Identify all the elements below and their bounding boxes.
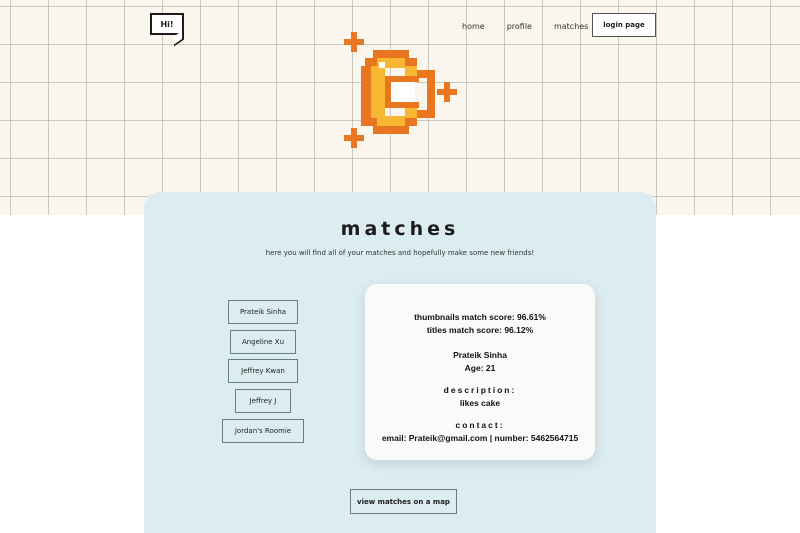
match-button-jeffrey-j[interactable]: Jeffrey J xyxy=(235,389,291,413)
match-button-prateik[interactable]: Prateik Sinha xyxy=(228,300,298,324)
speech-bubble-logo[interactable]: Hi! xyxy=(150,13,184,35)
description-label: description: xyxy=(443,385,517,395)
match-detail-card: thumbnails match score: 96.61% titles ma… xyxy=(365,284,595,460)
nav-home[interactable]: home xyxy=(462,22,485,31)
title-score: titles match score: 96.12% xyxy=(426,325,534,335)
logo-text: Hi! xyxy=(160,19,174,29)
description-text: likes cake xyxy=(459,398,501,408)
page-title: matches xyxy=(340,218,460,240)
matches-panel: matches here you will find all of your m… xyxy=(144,192,656,533)
match-button-jordans-roomie[interactable]: Jordan's Roomie xyxy=(222,419,304,443)
contact-label: contact: xyxy=(455,420,505,430)
match-name: Prateik Sinha xyxy=(453,350,507,360)
view-map-button[interactable]: view matches on a map xyxy=(350,489,457,514)
thumbnail-score: thumbnails match score: 96.61% xyxy=(414,312,546,322)
match-age: Age: 21 xyxy=(464,363,496,373)
match-button-jeffrey-kwan[interactable]: Jeffrey Kwan xyxy=(228,359,298,383)
pixel-c-logo-icon xyxy=(344,32,457,148)
login-page-button[interactable]: login page xyxy=(592,13,656,37)
nav-matches[interactable]: matches xyxy=(554,22,588,31)
contact-text: email: Prateik@gmail.com | number: 54625… xyxy=(381,433,579,443)
top-nav: home profile matches xyxy=(462,14,610,38)
nav-profile[interactable]: profile xyxy=(507,22,532,31)
hero-banner: Hi! home profile matches login page xyxy=(0,0,800,215)
page-subtitle: here you will find all of your matches a… xyxy=(265,249,535,257)
match-button-angeline[interactable]: Angeline Xu xyxy=(230,330,296,354)
